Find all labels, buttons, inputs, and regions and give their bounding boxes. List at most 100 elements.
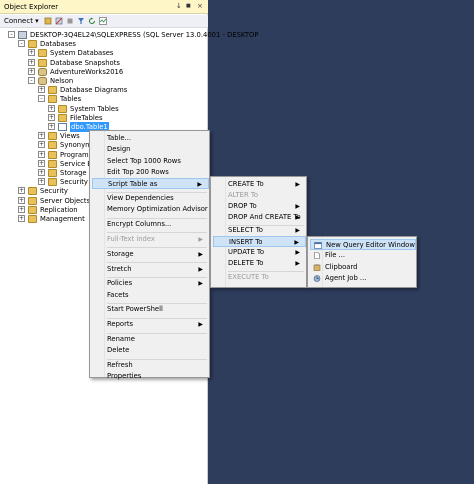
menu-item-agent-job[interactable]: Agent Job ... (310, 273, 416, 284)
expand-icon[interactable]: + (18, 205, 25, 213)
menu-item-clipboard[interactable]: Clipboard (310, 262, 416, 273)
menu-item-storage[interactable]: Storage ▶ (92, 249, 209, 260)
expand-icon[interactable]: + (38, 132, 45, 140)
submenu-arrow-icon: ▶ (295, 181, 300, 188)
collapse-icon[interactable]: - (38, 95, 45, 103)
menu-item-label: Properties (107, 372, 142, 381)
menu-item-delete[interactable]: Delete (92, 345, 209, 356)
menu-item-label: EXECUTE To (228, 272, 269, 281)
expand-icon[interactable]: + (18, 196, 25, 204)
menu-item-table[interactable]: Table... (92, 133, 209, 144)
folder-icon (58, 104, 67, 113)
collapse-icon[interactable]: - (28, 77, 35, 84)
expand-icon[interactable]: + (38, 178, 45, 186)
menu-item-script-table-as[interactable]: Script Table as ▶ (92, 178, 209, 190)
pin-icon[interactable]: ↓ (176, 2, 182, 10)
menu-item-delete-to[interactable]: DELETE To ▶ (213, 258, 306, 269)
expand-icon[interactable]: + (48, 104, 55, 112)
query-window-icon (314, 242, 322, 249)
expand-icon[interactable]: + (38, 159, 45, 167)
menu-item-drop-to[interactable]: DROP To ▶ (213, 201, 306, 212)
menu-item-label: File ... (325, 251, 346, 260)
menu-item-alter-to[interactable]: ALTER To (213, 190, 306, 201)
menu-item-file[interactable]: File ... (310, 250, 416, 261)
folder-icon (28, 196, 37, 205)
close-icon[interactable]: × (197, 2, 203, 10)
expand-icon[interactable]: + (28, 67, 35, 75)
disconnect-icon[interactable] (55, 17, 63, 25)
menu-item-policies[interactable]: Policies ▶ (92, 278, 209, 289)
menu-item-design[interactable]: Design (92, 144, 209, 155)
menu-item-label: Agent Job ... (325, 274, 367, 283)
menu-item-encrypt-columns[interactable]: Encrypt Columns... (92, 219, 209, 230)
menu-item-label: DROP To (228, 201, 257, 210)
menu-item-view-dependencies[interactable]: View Dependencies (92, 193, 209, 204)
menu-item-properties[interactable]: Properties (92, 371, 209, 382)
menu-item-update-to[interactable]: UPDATE To ▶ (213, 247, 306, 258)
folder-icon (28, 215, 37, 223)
menu-item-reports[interactable]: Reports ▶ (92, 319, 209, 330)
connect-button[interactable]: Connect ▾ (4, 17, 39, 26)
collapse-icon[interactable]: - (8, 31, 15, 38)
menu-item-facets[interactable]: Facets (92, 290, 209, 301)
menu-item-rename[interactable]: Rename (92, 334, 209, 345)
expand-icon[interactable]: + (38, 86, 45, 94)
filter-icon[interactable] (77, 17, 85, 25)
expand-icon[interactable]: + (38, 150, 45, 158)
menu-item-memory-optimization-advisor[interactable]: Memory Optimization Advisor (92, 204, 209, 215)
submenu-arrow-icon: ▶ (295, 202, 300, 210)
menu-item-create-to[interactable]: CREATE To ▶ (213, 179, 306, 190)
menu-item-label: Script Table as (108, 180, 158, 189)
expand-icon[interactable]: + (48, 123, 55, 130)
expand-icon[interactable]: + (38, 169, 45, 176)
server-icon (18, 31, 27, 39)
menu-item-label: Delete (107, 346, 130, 355)
expand-icon[interactable]: + (28, 58, 35, 66)
object-explorer-toolbar: Connect ▾ (0, 15, 208, 28)
menu-item-refresh[interactable]: Refresh (92, 360, 209, 371)
menu-item-label: Select Top 1000 Rows (107, 156, 181, 165)
agent-job-icon (313, 275, 321, 282)
menu-item-new-query-editor-window[interactable]: New Query Editor Window (310, 239, 416, 250)
menu-item-full-text-index[interactable]: Full-Text index ▶ (92, 234, 209, 245)
expand-icon[interactable]: + (48, 113, 55, 121)
collapse-icon[interactable]: - (18, 40, 25, 48)
menu-item-select-top-1000-rows[interactable]: Select Top 1000 Rows (92, 156, 209, 167)
menu-item-select-to[interactable]: SELECT To ▶ (213, 225, 306, 236)
table-icon (58, 123, 67, 131)
stop-icon[interactable] (66, 17, 74, 25)
menu-item-label: Encrypt Columns... (107, 220, 172, 229)
menu-item-start-powershell[interactable]: Start PowerShell (92, 304, 209, 315)
expand-icon[interactable]: + (18, 187, 25, 195)
menu-item-stretch[interactable]: Stretch ▶ (92, 264, 209, 275)
menu-item-label: Refresh (107, 361, 133, 370)
connect-icon[interactable] (44, 17, 52, 25)
menu-item-label: Storage (107, 249, 134, 258)
folder-icon (28, 40, 37, 49)
folder-icon (28, 187, 37, 196)
expand-icon[interactable]: + (38, 141, 45, 149)
expand-icon[interactable]: + (18, 215, 25, 222)
refresh-icon[interactable] (88, 17, 96, 25)
activity-monitor-icon[interactable] (99, 17, 107, 25)
menu-item-drop-and-create-to[interactable]: DROP And CREATE To ▶ (213, 212, 306, 223)
submenu-arrow-icon: ▶ (197, 181, 202, 189)
menu-item-execute-to[interactable]: EXECUTE To (213, 272, 306, 283)
submenu-arrow-icon: ▶ (198, 250, 203, 258)
menu-item-label: Facets (107, 290, 129, 299)
menu-item-edit-top-200-rows[interactable]: Edit Top 200 Rows (92, 167, 209, 178)
menu-item-insert-to[interactable]: INSERT To ▶ (213, 236, 306, 248)
menu-item-label: Reports (107, 320, 134, 329)
folder-icon (38, 49, 47, 58)
submenu-arrow-icon: ▶ (295, 213, 300, 221)
submenu-arrow-icon: ▶ (295, 227, 300, 235)
submenu-arrow-icon: ▶ (198, 280, 203, 288)
menu-item-label: DROP And CREATE To (228, 212, 301, 221)
folder-icon (28, 205, 37, 214)
folder-icon (48, 141, 57, 150)
folder-icon (58, 113, 67, 122)
database-icon (38, 77, 47, 85)
expand-icon[interactable]: + (28, 49, 35, 57)
menu-item-label: View Dependencies (107, 194, 174, 202)
auto-hide-icon[interactable]: ■ (186, 3, 191, 9)
